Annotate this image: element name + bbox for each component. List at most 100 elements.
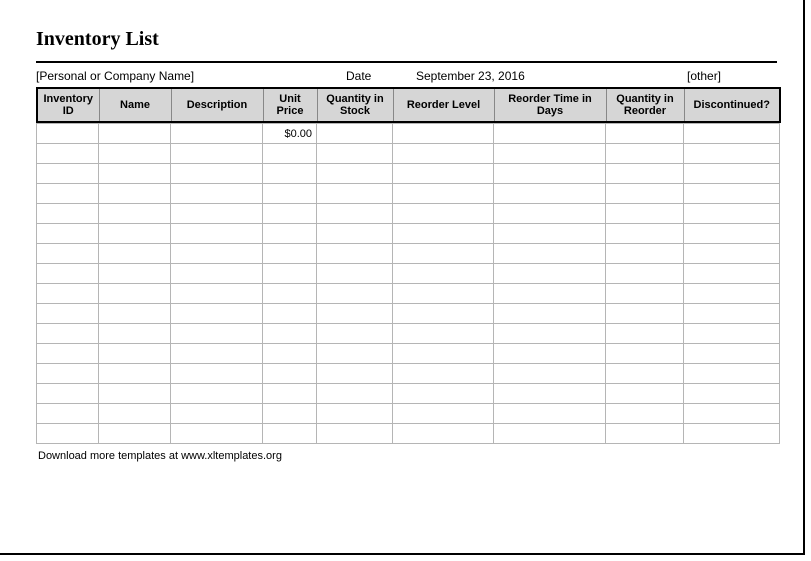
cell-discontinued[interactable] bbox=[684, 124, 780, 144]
cell-inventory_id[interactable] bbox=[37, 344, 99, 364]
cell-qty_reorder[interactable] bbox=[606, 304, 684, 324]
cell-qty_reorder[interactable] bbox=[606, 264, 684, 284]
cell-name[interactable] bbox=[99, 344, 171, 364]
cell-name[interactable] bbox=[99, 124, 171, 144]
cell-discontinued[interactable] bbox=[684, 204, 780, 224]
cell-qty_stock[interactable] bbox=[317, 184, 393, 204]
cell-discontinued[interactable] bbox=[684, 264, 780, 284]
cell-qty_reorder[interactable] bbox=[606, 284, 684, 304]
cell-name[interactable] bbox=[99, 284, 171, 304]
cell-qty_stock[interactable] bbox=[317, 284, 393, 304]
cell-qty_stock[interactable] bbox=[317, 224, 393, 244]
cell-description[interactable] bbox=[171, 244, 263, 264]
cell-inventory_id[interactable] bbox=[37, 324, 99, 344]
cell-name[interactable] bbox=[99, 204, 171, 224]
cell-inventory_id[interactable] bbox=[37, 204, 99, 224]
cell-reorder_time[interactable] bbox=[494, 244, 606, 264]
cell-reorder_level[interactable] bbox=[393, 284, 494, 304]
cell-name[interactable] bbox=[99, 384, 171, 404]
cell-qty_reorder[interactable] bbox=[606, 364, 684, 384]
cell-qty_reorder[interactable] bbox=[606, 424, 684, 444]
cell-discontinued[interactable] bbox=[684, 424, 780, 444]
cell-unit_price[interactable] bbox=[263, 144, 317, 164]
cell-description[interactable] bbox=[171, 124, 263, 144]
cell-qty_stock[interactable] bbox=[317, 244, 393, 264]
cell-reorder_level[interactable] bbox=[393, 204, 494, 224]
cell-unit_price[interactable] bbox=[263, 164, 317, 184]
cell-description[interactable] bbox=[171, 264, 263, 284]
cell-reorder_level[interactable] bbox=[393, 304, 494, 324]
cell-discontinued[interactable] bbox=[684, 344, 780, 364]
cell-description[interactable] bbox=[171, 324, 263, 344]
cell-name[interactable] bbox=[99, 184, 171, 204]
cell-description[interactable] bbox=[171, 404, 263, 424]
cell-qty_reorder[interactable] bbox=[606, 324, 684, 344]
cell-qty_reorder[interactable] bbox=[606, 164, 684, 184]
cell-inventory_id[interactable] bbox=[37, 124, 99, 144]
cell-reorder_time[interactable] bbox=[494, 404, 606, 424]
cell-qty_reorder[interactable] bbox=[606, 224, 684, 244]
cell-reorder_level[interactable] bbox=[393, 384, 494, 404]
cell-name[interactable] bbox=[99, 404, 171, 424]
cell-reorder_time[interactable] bbox=[494, 124, 606, 144]
cell-discontinued[interactable] bbox=[684, 304, 780, 324]
cell-name[interactable] bbox=[99, 364, 171, 384]
cell-discontinued[interactable] bbox=[684, 164, 780, 184]
cell-reorder_time[interactable] bbox=[494, 184, 606, 204]
cell-discontinued[interactable] bbox=[684, 144, 780, 164]
cell-inventory_id[interactable] bbox=[37, 144, 99, 164]
cell-qty_reorder[interactable] bbox=[606, 184, 684, 204]
cell-description[interactable] bbox=[171, 144, 263, 164]
cell-discontinued[interactable] bbox=[684, 364, 780, 384]
cell-unit_price[interactable] bbox=[263, 404, 317, 424]
cell-qty_stock[interactable] bbox=[317, 144, 393, 164]
cell-reorder_time[interactable] bbox=[494, 284, 606, 304]
cell-qty_reorder[interactable] bbox=[606, 204, 684, 224]
cell-description[interactable] bbox=[171, 424, 263, 444]
cell-discontinued[interactable] bbox=[684, 404, 780, 424]
cell-reorder_level[interactable] bbox=[393, 344, 494, 364]
cell-inventory_id[interactable] bbox=[37, 284, 99, 304]
cell-reorder_time[interactable] bbox=[494, 204, 606, 224]
cell-unit_price[interactable] bbox=[263, 364, 317, 384]
cell-discontinued[interactable] bbox=[684, 324, 780, 344]
cell-unit_price[interactable]: $0.00 bbox=[263, 124, 317, 144]
cell-reorder_level[interactable] bbox=[393, 424, 494, 444]
cell-name[interactable] bbox=[99, 244, 171, 264]
cell-unit_price[interactable] bbox=[263, 384, 317, 404]
cell-description[interactable] bbox=[171, 184, 263, 204]
cell-description[interactable] bbox=[171, 344, 263, 364]
cell-reorder_time[interactable] bbox=[494, 344, 606, 364]
cell-reorder_time[interactable] bbox=[494, 264, 606, 284]
cell-inventory_id[interactable] bbox=[37, 164, 99, 184]
cell-unit_price[interactable] bbox=[263, 204, 317, 224]
cell-description[interactable] bbox=[171, 164, 263, 184]
cell-reorder_time[interactable] bbox=[494, 424, 606, 444]
cell-description[interactable] bbox=[171, 364, 263, 384]
cell-reorder_level[interactable] bbox=[393, 144, 494, 164]
cell-inventory_id[interactable] bbox=[37, 304, 99, 324]
cell-description[interactable] bbox=[171, 204, 263, 224]
cell-reorder_time[interactable] bbox=[494, 224, 606, 244]
cell-name[interactable] bbox=[99, 304, 171, 324]
cell-inventory_id[interactable] bbox=[37, 404, 99, 424]
cell-qty_reorder[interactable] bbox=[606, 124, 684, 144]
cell-inventory_id[interactable] bbox=[37, 184, 99, 204]
cell-reorder_level[interactable] bbox=[393, 224, 494, 244]
cell-qty_reorder[interactable] bbox=[606, 404, 684, 424]
cell-description[interactable] bbox=[171, 224, 263, 244]
cell-reorder_time[interactable] bbox=[494, 144, 606, 164]
cell-name[interactable] bbox=[99, 164, 171, 184]
cell-unit_price[interactable] bbox=[263, 264, 317, 284]
cell-name[interactable] bbox=[99, 264, 171, 284]
cell-reorder_time[interactable] bbox=[494, 164, 606, 184]
cell-unit_price[interactable] bbox=[263, 244, 317, 264]
cell-reorder_time[interactable] bbox=[494, 324, 606, 344]
cell-name[interactable] bbox=[99, 324, 171, 344]
cell-discontinued[interactable] bbox=[684, 244, 780, 264]
cell-unit_price[interactable] bbox=[263, 224, 317, 244]
cell-qty_stock[interactable] bbox=[317, 364, 393, 384]
cell-qty_reorder[interactable] bbox=[606, 244, 684, 264]
cell-reorder_time[interactable] bbox=[494, 304, 606, 324]
cell-reorder_level[interactable] bbox=[393, 364, 494, 384]
